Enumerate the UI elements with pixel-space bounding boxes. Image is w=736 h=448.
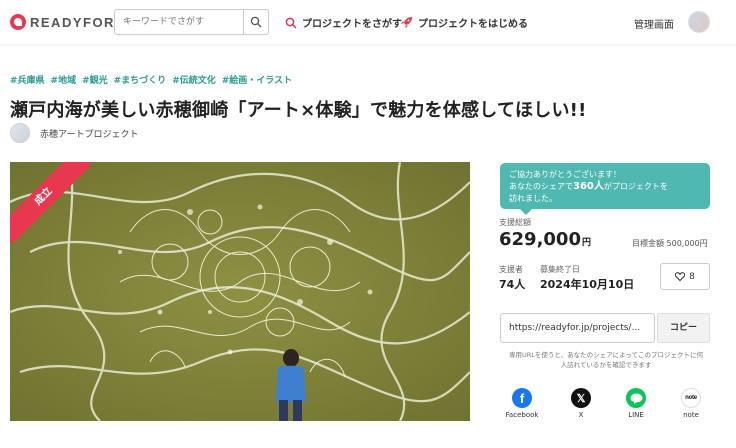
copy-url-button[interactable]: コピー: [657, 313, 710, 343]
user-avatar[interactable]: [688, 11, 710, 33]
nav-find-projects[interactable]: プロジェクトをさがす: [285, 15, 402, 30]
search-red-icon: [285, 17, 297, 29]
heart-icon: [675, 272, 686, 281]
tag-link[interactable]: #伝統文化: [172, 73, 216, 86]
note-icon: note: [681, 388, 701, 408]
share-label: X: [578, 411, 584, 419]
share-label: LINE: [628, 411, 644, 419]
share-url-note: 専用URLを使うと、あなたのシェアによってこのプロジェクトに何人訪れているかを確…: [508, 351, 704, 369]
backers-label: 支援者: [499, 265, 523, 274]
line-bubble-icon: [630, 393, 642, 404]
line-icon: [626, 388, 646, 408]
total-label: 支援総額: [499, 218, 531, 227]
share-facebook-button[interactable]: f Facebook: [502, 388, 542, 419]
thanks-line-2-pre: あなたのシェアで: [509, 182, 573, 191]
search-input[interactable]: [115, 10, 243, 34]
search-box: [114, 9, 269, 35]
total-amount-unit: 円: [581, 238, 591, 248]
search-button[interactable]: [243, 10, 268, 34]
favorite-button[interactable]: 8: [660, 263, 710, 290]
end-date: 2024年10月10日: [540, 278, 635, 291]
owner-avatar: [10, 123, 30, 143]
goal-amount: 目標金額 500,000円: [632, 239, 708, 248]
site-header: READYFOR プロジェクトをさがす プロジェクトをはじめる 管理画面: [0, 0, 736, 44]
owner-name: 赤穂アートプロジェクト: [40, 129, 139, 140]
share-visitor-count: 360人: [573, 181, 604, 192]
tag-link[interactable]: #観光: [82, 73, 108, 86]
nav-find-label: プロジェクトをさがす: [302, 19, 402, 30]
thanks-line-2: あなたのシェアで360人がプロジェクトを: [509, 181, 701, 193]
project-owner[interactable]: 赤穂アートプロジェクト: [10, 123, 138, 143]
tag-link[interactable]: #地域: [51, 73, 77, 86]
total-amount: 629,000円: [499, 229, 591, 250]
share-label: note: [683, 411, 699, 419]
backers-count: 74人: [499, 278, 526, 291]
success-ribbon: 成立: [10, 162, 90, 242]
tag-link[interactable]: #絵画・イラスト: [222, 73, 292, 86]
end-date-label: 募集終了日: [540, 265, 580, 274]
facebook-icon: f: [512, 388, 532, 408]
nav-start-label: プロジェクトをはじめる: [418, 19, 528, 30]
logo-mark-icon: [10, 14, 26, 30]
share-label: Facebook: [505, 411, 539, 419]
tag-link[interactable]: #兵庫県: [10, 73, 45, 86]
share-x-button[interactable]: 𝕏 X: [561, 388, 601, 419]
search-icon: [250, 16, 262, 28]
thanks-line-2-post: がプロジェクトを: [603, 182, 668, 191]
share-line-button[interactable]: LINE: [616, 388, 656, 419]
thanks-line-1: ご協力ありがとうございます！: [509, 170, 621, 179]
share-thanks-bubble: ご協力ありがとうございます！ あなたのシェアで360人がプロジェクトを 訪れまし…: [500, 163, 710, 215]
project-main-image: 成立: [10, 162, 470, 421]
readyfor-logo[interactable]: READYFOR: [10, 13, 115, 31]
share-note-button[interactable]: note note: [671, 388, 711, 419]
favorite-count: 8: [689, 271, 695, 282]
tag-link[interactable]: #まちづくり: [114, 73, 167, 86]
thanks-line-3: 訪れました。: [509, 194, 557, 203]
success-ribbon-label: 成立: [10, 162, 90, 242]
rocket-icon: [401, 17, 412, 28]
admin-link[interactable]: 管理画面: [634, 16, 674, 31]
logo-text: READYFOR: [30, 14, 115, 30]
share-url-field[interactable]: https://readyfor.jp/projects/...: [500, 313, 655, 343]
project-title: 瀬戸内海が美しい赤穂御崎「アート×体験」で魅力を体感してほしい!!: [10, 100, 587, 121]
x-icon: 𝕏: [571, 388, 591, 408]
total-amount-value: 629,000: [499, 229, 581, 250]
tag-list: #兵庫県 #地域 #観光 #まちづくり #伝統文化 #絵画・イラスト: [10, 73, 292, 86]
nav-start-project[interactable]: プロジェクトをはじめる: [400, 15, 528, 30]
